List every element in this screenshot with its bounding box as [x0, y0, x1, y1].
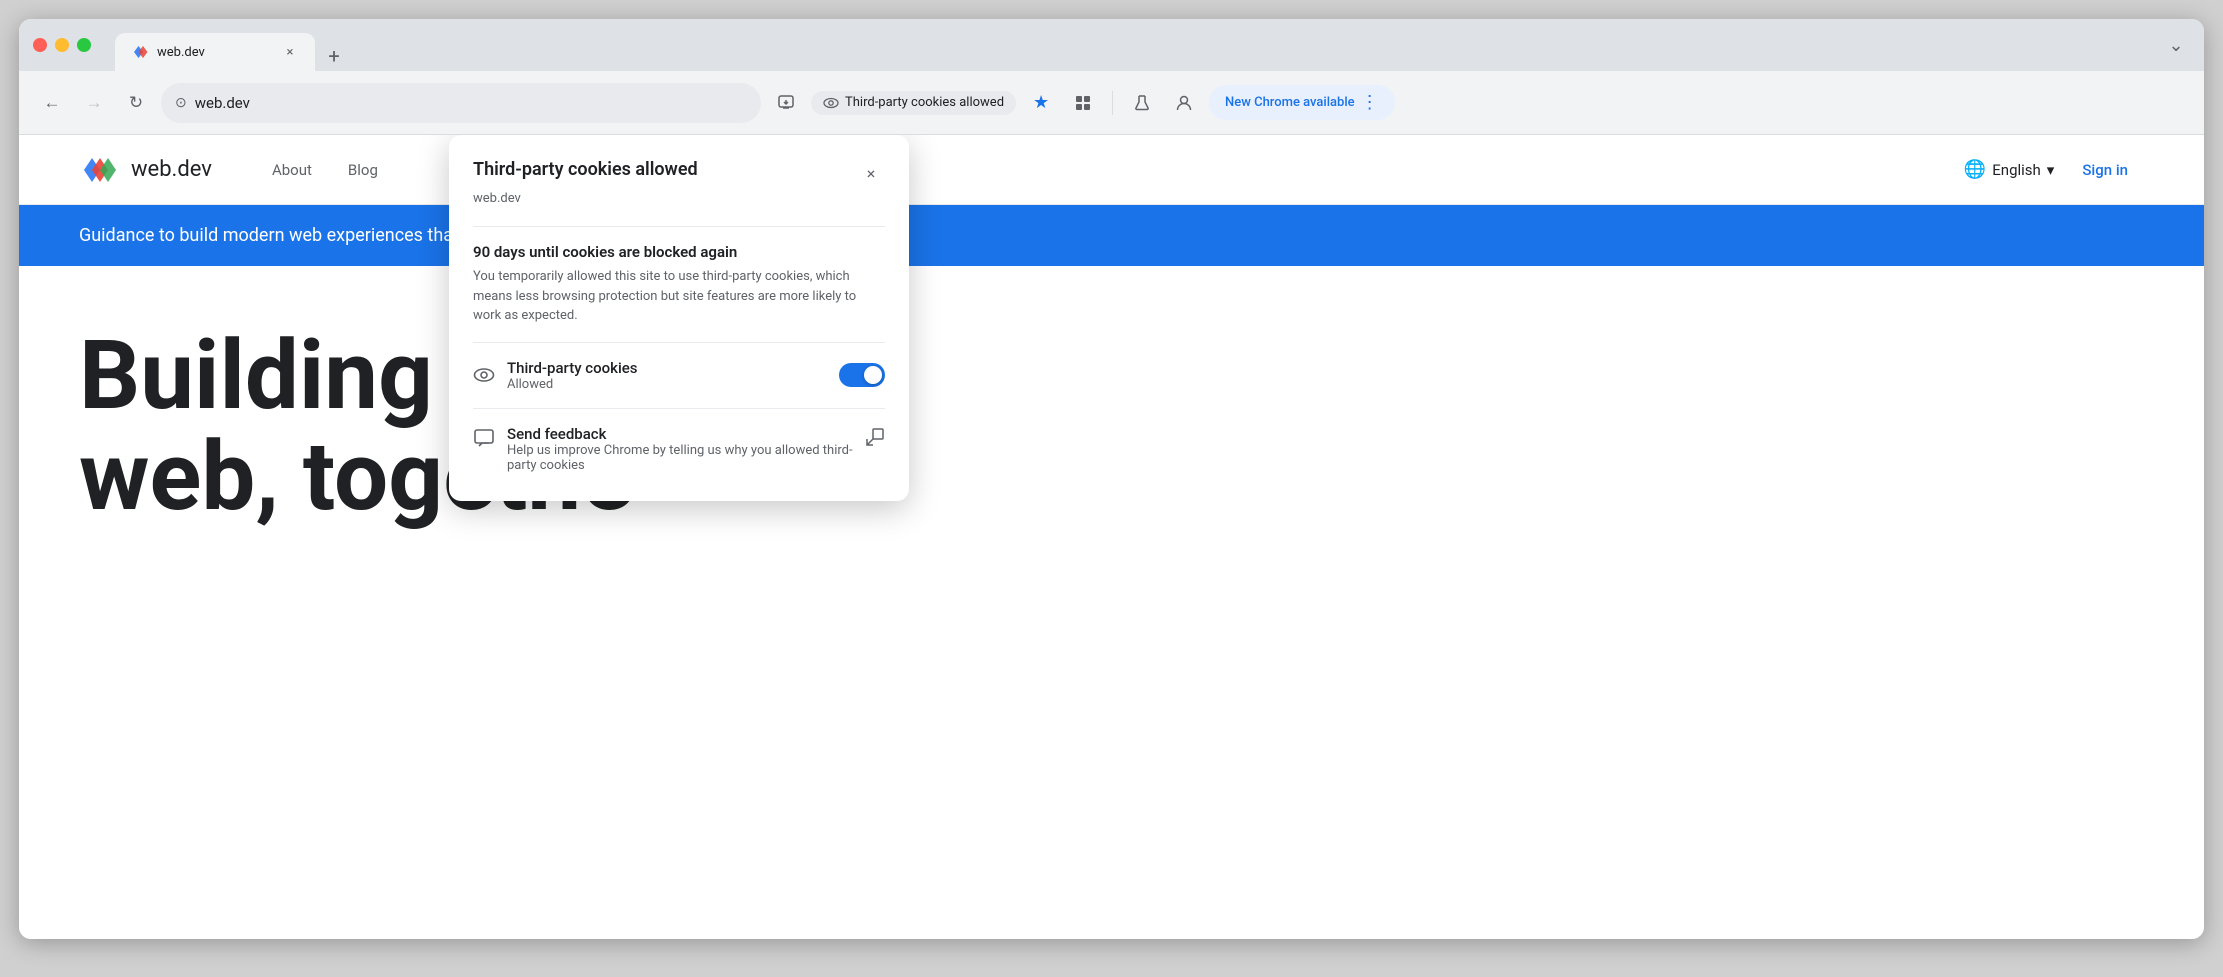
banner-text: Guidance to build modern web experiences…: [79, 225, 502, 246]
address-bar: ← → ↻ ⊙ web.dev Third-party cookies allo…: [19, 71, 2204, 135]
browser-window: web.dev × + ⌄ ← → ↻ ⊙ web.dev: [19, 19, 2204, 939]
address-bar-input[interactable]: ⊙ web.dev: [161, 83, 761, 123]
chevron-down-icon: ▾: [2047, 161, 2055, 179]
profile-button[interactable]: [1167, 86, 1201, 120]
eye-row-icon: [473, 364, 495, 386]
tab-strip: web.dev × +: [115, 19, 349, 71]
lab-icon: [1133, 94, 1151, 112]
refresh-button[interactable]: ↻: [119, 86, 153, 120]
site-nav: About Blog: [272, 161, 378, 179]
external-link-icon: [865, 427, 885, 447]
site-header: web.dev About Blog 🌐 English ▾ Sign in: [19, 135, 2204, 205]
cookies-toggle[interactable]: [839, 363, 885, 387]
feedback-label: Send feedback: [507, 425, 865, 443]
language-button[interactable]: 🌐 English ▾: [1952, 151, 2066, 188]
popup-warning-text: You temporarily allowed this site to use…: [473, 267, 885, 326]
address-url: web.dev: [195, 94, 747, 112]
lab-button[interactable]: [1125, 86, 1159, 120]
download-button[interactable]: [769, 86, 803, 120]
popup-header: Third-party cookies allowed ×: [473, 159, 885, 187]
eye-icon: [823, 95, 839, 111]
close-traffic-light[interactable]: [33, 38, 47, 52]
popup-divider-1: [473, 226, 885, 227]
hero-line-1: Building a bet: [79, 326, 2144, 427]
popup-divider-2: [473, 342, 885, 343]
feedback-icon: [473, 427, 495, 449]
site-logo: web.dev: [79, 150, 212, 190]
popup-subtitle: web.dev: [473, 191, 885, 206]
browser-menu-button[interactable]: ⌄: [2162, 31, 2190, 59]
popup-close-button[interactable]: ×: [857, 159, 885, 187]
download-icon: [777, 94, 795, 112]
new-chrome-button[interactable]: New Chrome available ⋮: [1209, 85, 1395, 120]
popup-divider-3: [473, 408, 885, 409]
star-icon: ★: [1033, 92, 1049, 113]
extensions-icon: [1074, 94, 1092, 112]
globe-icon: 🌐: [1964, 159, 1986, 180]
popup-title: Third-party cookies allowed: [473, 159, 698, 180]
cookies-row-sublabel: Allowed: [507, 377, 638, 392]
title-bar: web.dev × + ⌄: [19, 19, 2204, 71]
toolbar-separator: [1112, 91, 1113, 115]
more-icon: ⋮: [1361, 92, 1379, 113]
active-tab[interactable]: web.dev ×: [115, 33, 315, 71]
hero-section: Building a bet web, togethe: [19, 266, 2204, 528]
tab-title: web.dev: [157, 45, 273, 60]
webdev-logo-icon: [79, 150, 119, 190]
tab-close-button[interactable]: ×: [281, 43, 299, 61]
tab-favicon-icon: [131, 43, 149, 61]
feedback-sublabel: Help us improve Chrome by telling us why…: [507, 443, 865, 473]
new-tab-button[interactable]: +: [319, 41, 349, 71]
blue-banner: Guidance to build modern web experiences…: [19, 205, 2204, 266]
language-label: English: [1992, 161, 2041, 179]
feedback-row-left: Send feedback Help us improve Chrome by …: [473, 425, 865, 473]
cookies-row-left: Third-party cookies Allowed: [473, 359, 638, 392]
feedback-row[interactable]: Send feedback Help us improve Chrome by …: [473, 425, 885, 473]
toggle-thumb: [864, 366, 882, 384]
maximize-traffic-light[interactable]: [77, 38, 91, 52]
popup-warning-title: 90 days until cookies are blocked again: [473, 243, 885, 261]
back-button[interactable]: ←: [35, 86, 69, 120]
profile-icon: [1175, 94, 1193, 112]
cookie-popup: Third-party cookies allowed × web.dev 90…: [449, 135, 909, 501]
hero-line-2: web, togethe: [79, 427, 2144, 528]
cookies-row-label: Third-party cookies: [507, 359, 638, 377]
site-name-label: web.dev: [131, 157, 212, 182]
nav-blog[interactable]: Blog: [348, 161, 378, 179]
address-security-icon: ⊙: [175, 95, 187, 111]
cookie-indicator-button[interactable]: Third-party cookies allowed: [811, 91, 1016, 115]
cookies-toggle-row: Third-party cookies Allowed: [473, 359, 885, 392]
extensions-button[interactable]: [1066, 86, 1100, 120]
nav-about[interactable]: About: [272, 161, 312, 179]
sign-in-button[interactable]: Sign in: [2066, 153, 2144, 187]
new-chrome-label: New Chrome available: [1225, 95, 1355, 110]
traffic-lights: [33, 38, 91, 52]
forward-button: →: [77, 86, 111, 120]
bookmark-button[interactable]: ★: [1024, 86, 1058, 120]
hero-title: Building a bet web, togethe: [79, 326, 2144, 528]
page-content: web.dev About Blog 🌐 English ▾ Sign in G…: [19, 135, 2204, 939]
minimize-traffic-light[interactable]: [55, 38, 69, 52]
cookie-indicator-label: Third-party cookies allowed: [845, 95, 1004, 110]
